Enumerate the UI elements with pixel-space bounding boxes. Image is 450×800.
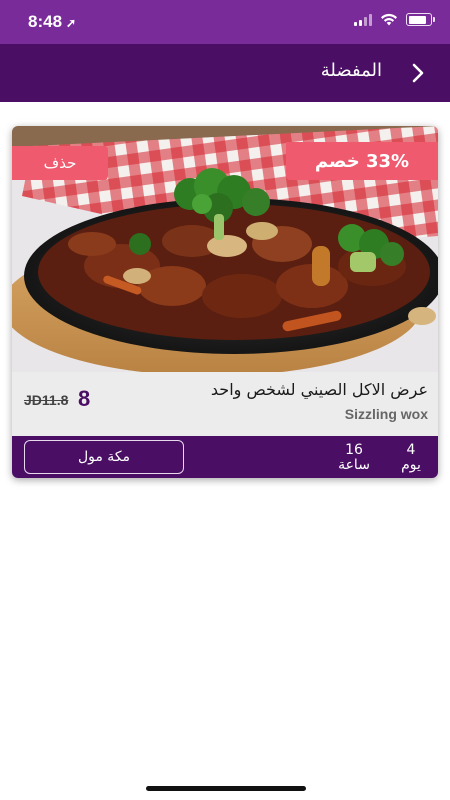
status-time-text: 8:48 (28, 12, 63, 31)
offer-image: 33% خصم حذف (12, 126, 438, 372)
hours-value: 16 (345, 442, 363, 458)
header-bar: المفضلة (0, 44, 450, 102)
offer-info: عرض الاكل الصيني لشخص واحد Sizzling wox … (12, 372, 438, 436)
signal-icon (354, 13, 372, 26)
discount-badge: 33% خصم (286, 142, 438, 180)
days-value: 4 (406, 442, 416, 458)
hours-label: ساعة (338, 457, 370, 473)
status-time: 8:48 ➚ (28, 12, 76, 32)
countdown-days: 4 يوم (396, 443, 426, 473)
price-old: JD11.8 (24, 392, 69, 408)
status-icons (354, 13, 435, 26)
battery-fill (408, 15, 426, 24)
chevron-right-icon (412, 63, 424, 83)
status-bar: 8:48 ➚ (0, 0, 450, 44)
price-new: 8 (78, 386, 91, 411)
location-arrow-icon: ➚ (66, 16, 77, 30)
countdown-hours: 16 ساعة (332, 443, 376, 473)
back-button[interactable] (404, 56, 432, 90)
home-indicator (146, 786, 306, 791)
days-label: يوم (401, 457, 421, 473)
restaurant-name: Sizzling wox (344, 406, 428, 422)
offer-title: عرض الاكل الصيني لشخص واحد (210, 380, 428, 399)
offer-card[interactable]: 33% خصم حذف عرض الاكل الصيني لشخص واحد S… (12, 126, 438, 478)
location-button[interactable]: مكة مول (24, 440, 184, 474)
offer-footer: مكة مول 16 ساعة 4 يوم (12, 436, 438, 478)
wifi-icon (381, 13, 397, 26)
page-title: المفضلة (320, 60, 382, 81)
delete-button[interactable]: حذف (12, 146, 108, 180)
battery-icon (406, 13, 435, 26)
